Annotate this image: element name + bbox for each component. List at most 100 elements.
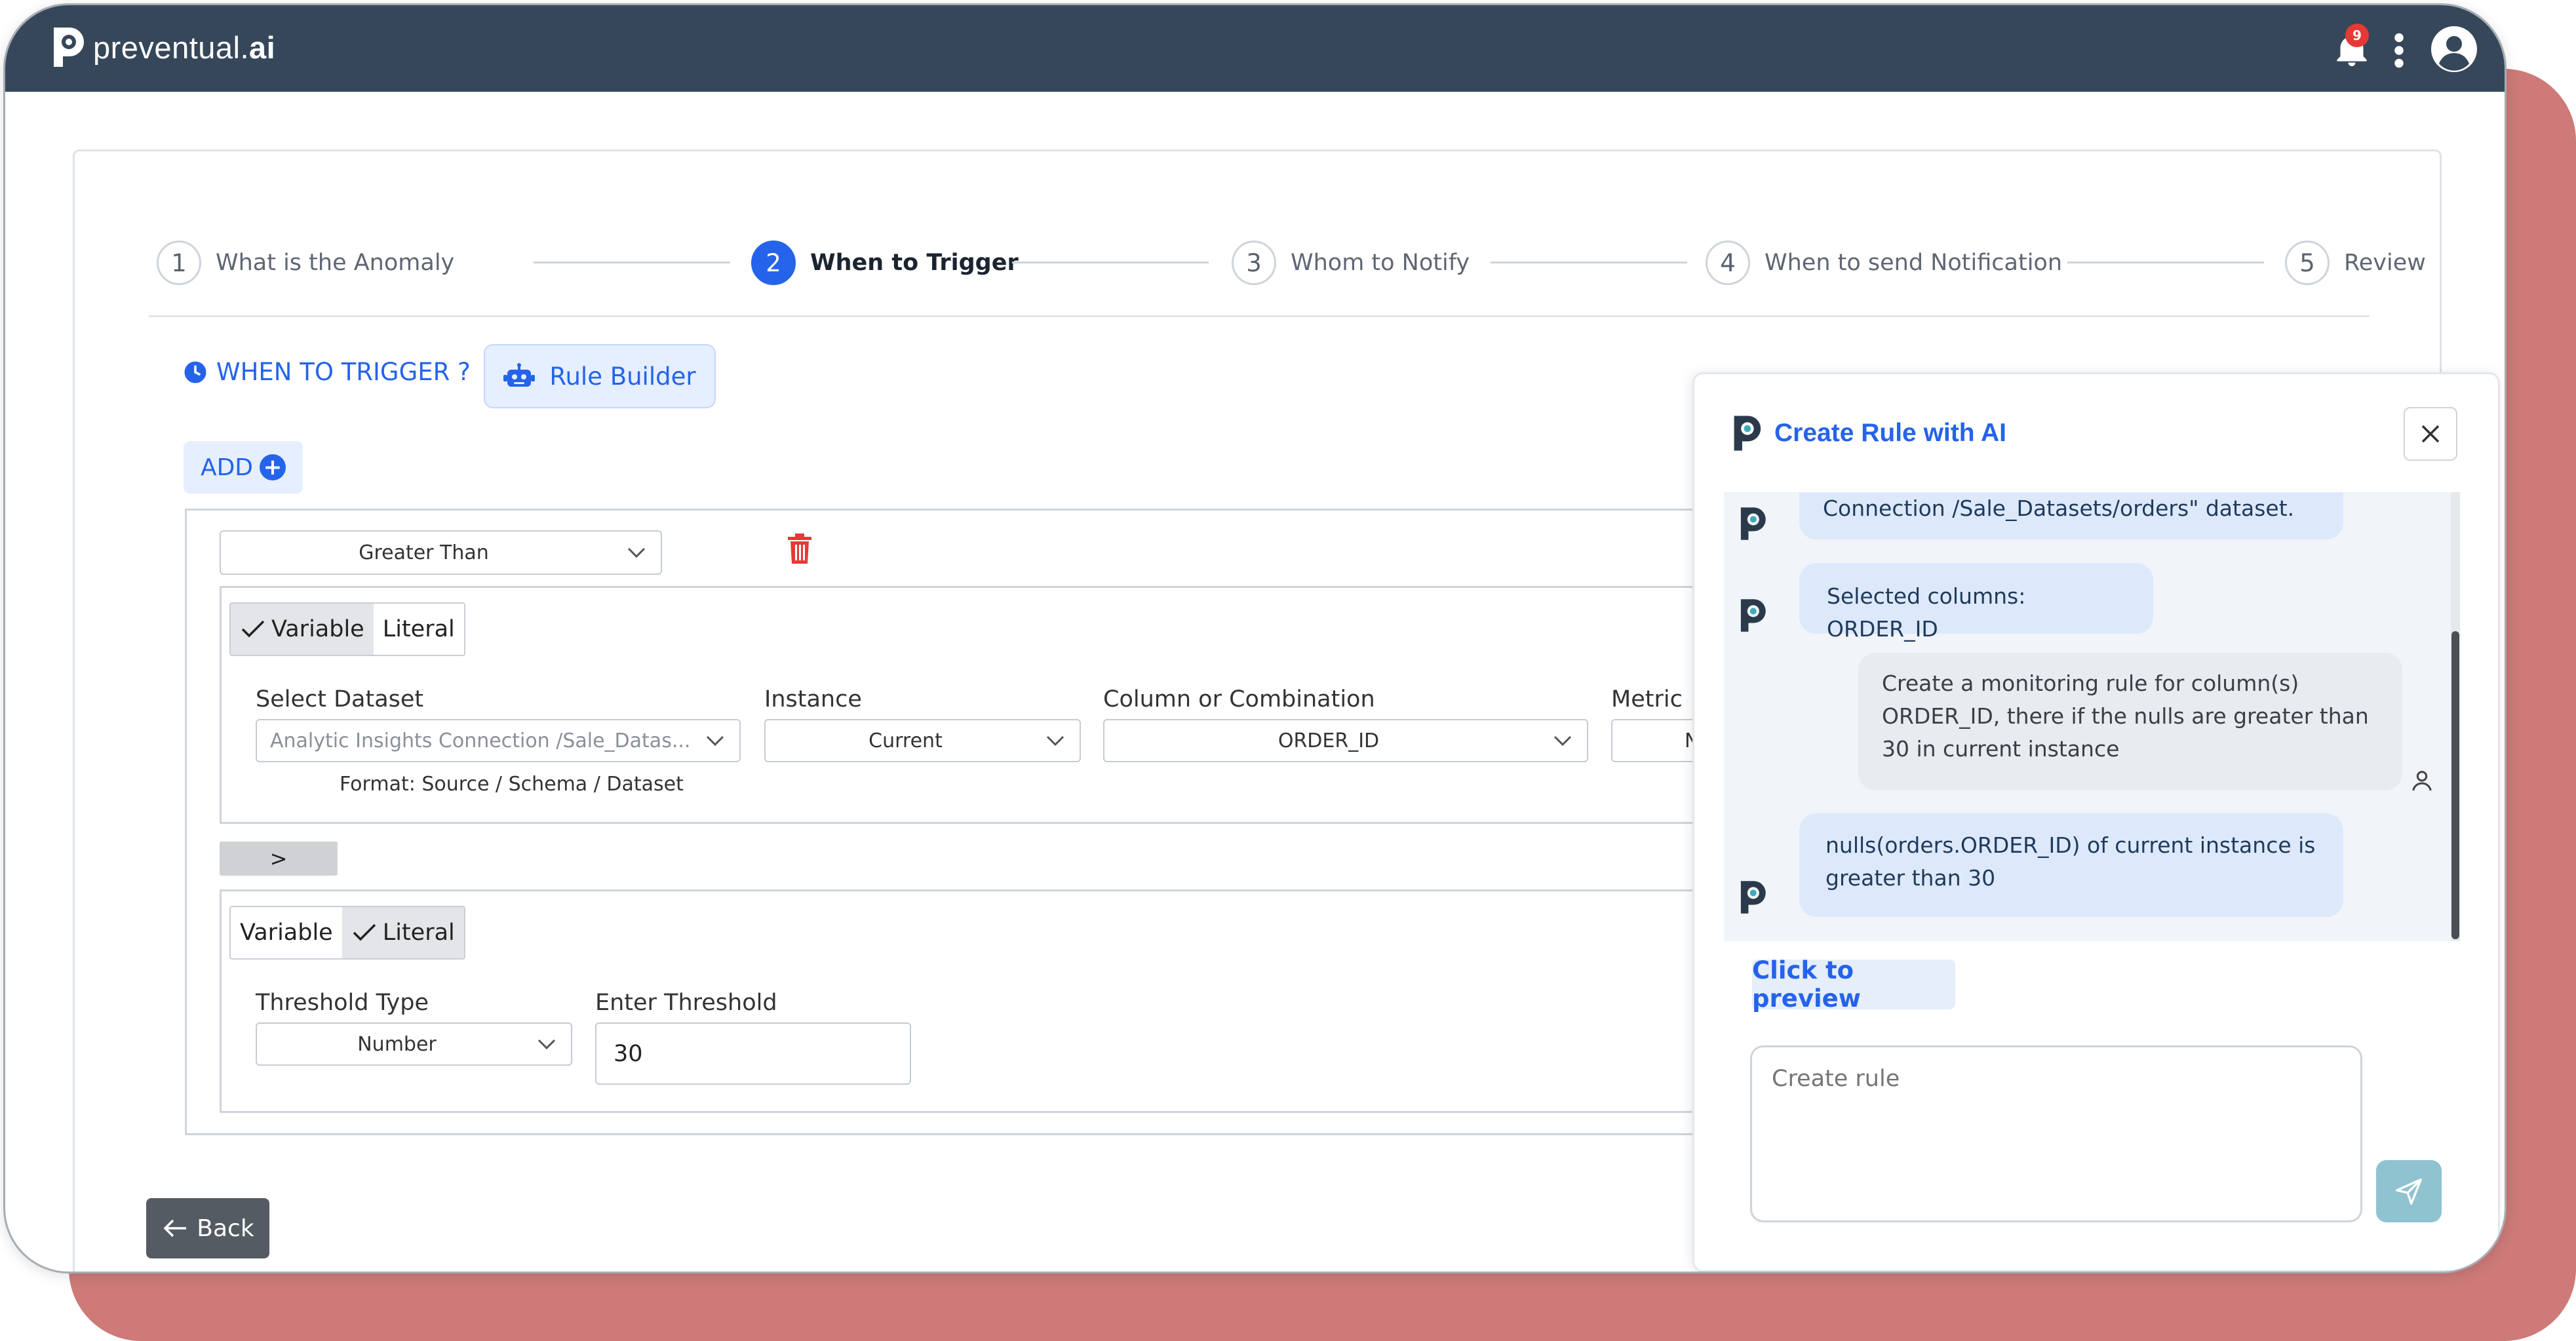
operator-display-button[interactable]: >: [220, 842, 338, 876]
option-label: Variable: [271, 616, 364, 642]
top-bar: preventual.ai 9: [5, 5, 2505, 92]
close-button[interactable]: [2404, 407, 2457, 461]
step-label: When to send Notification: [1765, 250, 2063, 276]
chat-message-user: Create a monitoring rule for column(s) O…: [1858, 653, 2402, 790]
rule-builder-button[interactable]: Rule Builder: [484, 344, 716, 408]
brand-name: preventual.ai: [93, 29, 276, 65]
bot-avatar-icon: [1740, 881, 1766, 914]
step-number: 5: [2285, 241, 2330, 285]
notification-badge: 9: [2345, 24, 2369, 47]
step-number: 2: [751, 241, 796, 285]
step-4[interactable]: 4 When to send Notification: [1706, 237, 2062, 289]
dataset-label: Select Dataset: [256, 686, 424, 712]
instance-select[interactable]: Current: [764, 719, 1081, 762]
robot-icon: [503, 363, 536, 387]
preventual-logo-icon: [54, 28, 84, 67]
send-icon: [2396, 1178, 2422, 1205]
chevron-down-icon: [1046, 735, 1064, 747]
add-condition-button[interactable]: ADD +: [184, 441, 303, 494]
chevron-down-icon: [1553, 735, 1572, 747]
condition-group: Greater Than Variable Literal Select Dat…: [185, 509, 1797, 1135]
step-number: 3: [1232, 241, 1276, 285]
add-label: ADD: [200, 454, 254, 481]
checkmark-icon: [241, 620, 265, 638]
column-label: Column or Combination: [1103, 686, 1375, 712]
arrow-left-icon: [163, 1219, 187, 1237]
instance-label: Instance: [764, 686, 862, 712]
when-to-trigger-heading: WHEN TO TRIGGER ?: [184, 358, 471, 386]
step-label: Review: [2344, 250, 2426, 276]
chat-message-bot: nulls(orders.ORDER_ID) of current instan…: [1799, 813, 2343, 917]
heading-text: WHEN TO TRIGGER ?: [216, 358, 471, 386]
plus-icon: +: [260, 454, 286, 480]
back-label: Back: [197, 1215, 254, 1242]
threshold-type-select[interactable]: Number: [256, 1022, 572, 1066]
close-icon: [2421, 425, 2440, 443]
create-rule-input[interactable]: [1750, 1045, 2362, 1222]
chat-messages[interactable]: Connection /Sale_Datasets/orders" datase…: [1724, 492, 2453, 941]
left-operand-toggle: Variable Literal: [229, 602, 465, 656]
threshold-input[interactable]: 30: [595, 1022, 911, 1085]
step-connector: [534, 262, 730, 263]
bot-avatar-icon: [1740, 507, 1766, 540]
chat-message-bot: Selected columns: ORDER_ID: [1799, 563, 2153, 642]
app-window: preventual.ai 9 1 What is the Anomaly 2 …: [3, 3, 2507, 1273]
trash-icon[interactable]: [787, 534, 813, 565]
step-5[interactable]: 5 Review: [2285, 237, 2426, 289]
right-operand-toggle: Variable Literal: [229, 906, 465, 960]
ai-panel-header: Create Rule with AI: [1730, 414, 2006, 453]
chevron-down-icon: [627, 547, 646, 558]
literal-option[interactable]: Literal: [342, 907, 464, 958]
stepper: 1 What is the Anomaly 2 When to Trigger …: [157, 237, 2426, 296]
user-icon: [2412, 771, 2432, 791]
step-2[interactable]: 2 When to Trigger: [751, 237, 1019, 289]
threshold-label: Enter Threshold: [595, 990, 777, 1016]
checkmark-icon: [353, 923, 376, 941]
step-3[interactable]: 3 Whom to Notify: [1232, 237, 1470, 289]
step-number: 4: [1706, 241, 1750, 285]
right-operand-box: Variable Literal Threshold Type Number E…: [220, 889, 1797, 1113]
dataset-select[interactable]: Analytic Insights Connection /Sale_Datas…: [256, 719, 741, 762]
chevron-down-icon: [537, 1039, 556, 1050]
metric-label: Metric: [1611, 686, 1683, 712]
variable-option[interactable]: Variable: [231, 604, 374, 655]
step-label: Whom to Notify: [1291, 250, 1470, 276]
ai-chat-panel: Create Rule with AI Connection /Sale_Dat…: [1692, 372, 2500, 1272]
step-connector: [1012, 262, 1209, 263]
chevron-down-icon: [706, 735, 724, 747]
send-button[interactable]: [2376, 1160, 2442, 1222]
preventual-logo-icon: [1734, 416, 1761, 451]
option-label: Literal: [382, 616, 455, 642]
dataset-format-hint: Format: Source / Schema / Dataset: [340, 773, 684, 796]
dataset-value: Analytic Insights Connection /Sale_Datas…: [270, 729, 691, 752]
literal-option[interactable]: Literal: [374, 604, 464, 655]
step-connector: [2067, 262, 2264, 263]
rule-builder-label: Rule Builder: [549, 362, 696, 391]
back-button[interactable]: Back: [146, 1198, 269, 1258]
clock-icon: [184, 361, 206, 383]
column-value: ORDER_ID: [1278, 729, 1380, 752]
instance-value: Current: [868, 729, 943, 752]
user-avatar-icon[interactable]: [2430, 26, 2478, 73]
more-options-icon[interactable]: [2391, 33, 2407, 68]
option-label: Literal: [382, 920, 455, 946]
chat-message-bot: Connection /Sale_Datasets/orders" datase…: [1799, 492, 2343, 539]
ai-panel-title: Create Rule with AI: [1774, 419, 2006, 447]
option-label: Variable: [240, 920, 333, 946]
step-label: When to Trigger: [810, 250, 1019, 276]
chat-scrollbar-thumb[interactable]: [2451, 631, 2459, 939]
step-label: What is the Anomaly: [216, 250, 455, 276]
bot-avatar-icon: [1740, 599, 1766, 632]
step-number: 1: [157, 241, 201, 285]
variable-option[interactable]: Variable: [231, 907, 342, 958]
operator-value: Greater Than: [359, 541, 489, 564]
brand-logo[interactable]: preventual.ai: [50, 25, 275, 69]
threshold-type-label: Threshold Type: [256, 990, 429, 1016]
left-operand-box: Variable Literal Select Dataset Analytic…: [220, 586, 1797, 824]
stepper-divider: [149, 315, 2370, 317]
click-to-preview-button[interactable]: Click to preview: [1752, 956, 1955, 1013]
column-select[interactable]: ORDER_ID: [1103, 719, 1588, 762]
step-1[interactable]: 1 What is the Anomaly: [157, 237, 454, 289]
step-connector: [1491, 262, 1687, 263]
operator-select[interactable]: Greater Than: [220, 530, 662, 575]
